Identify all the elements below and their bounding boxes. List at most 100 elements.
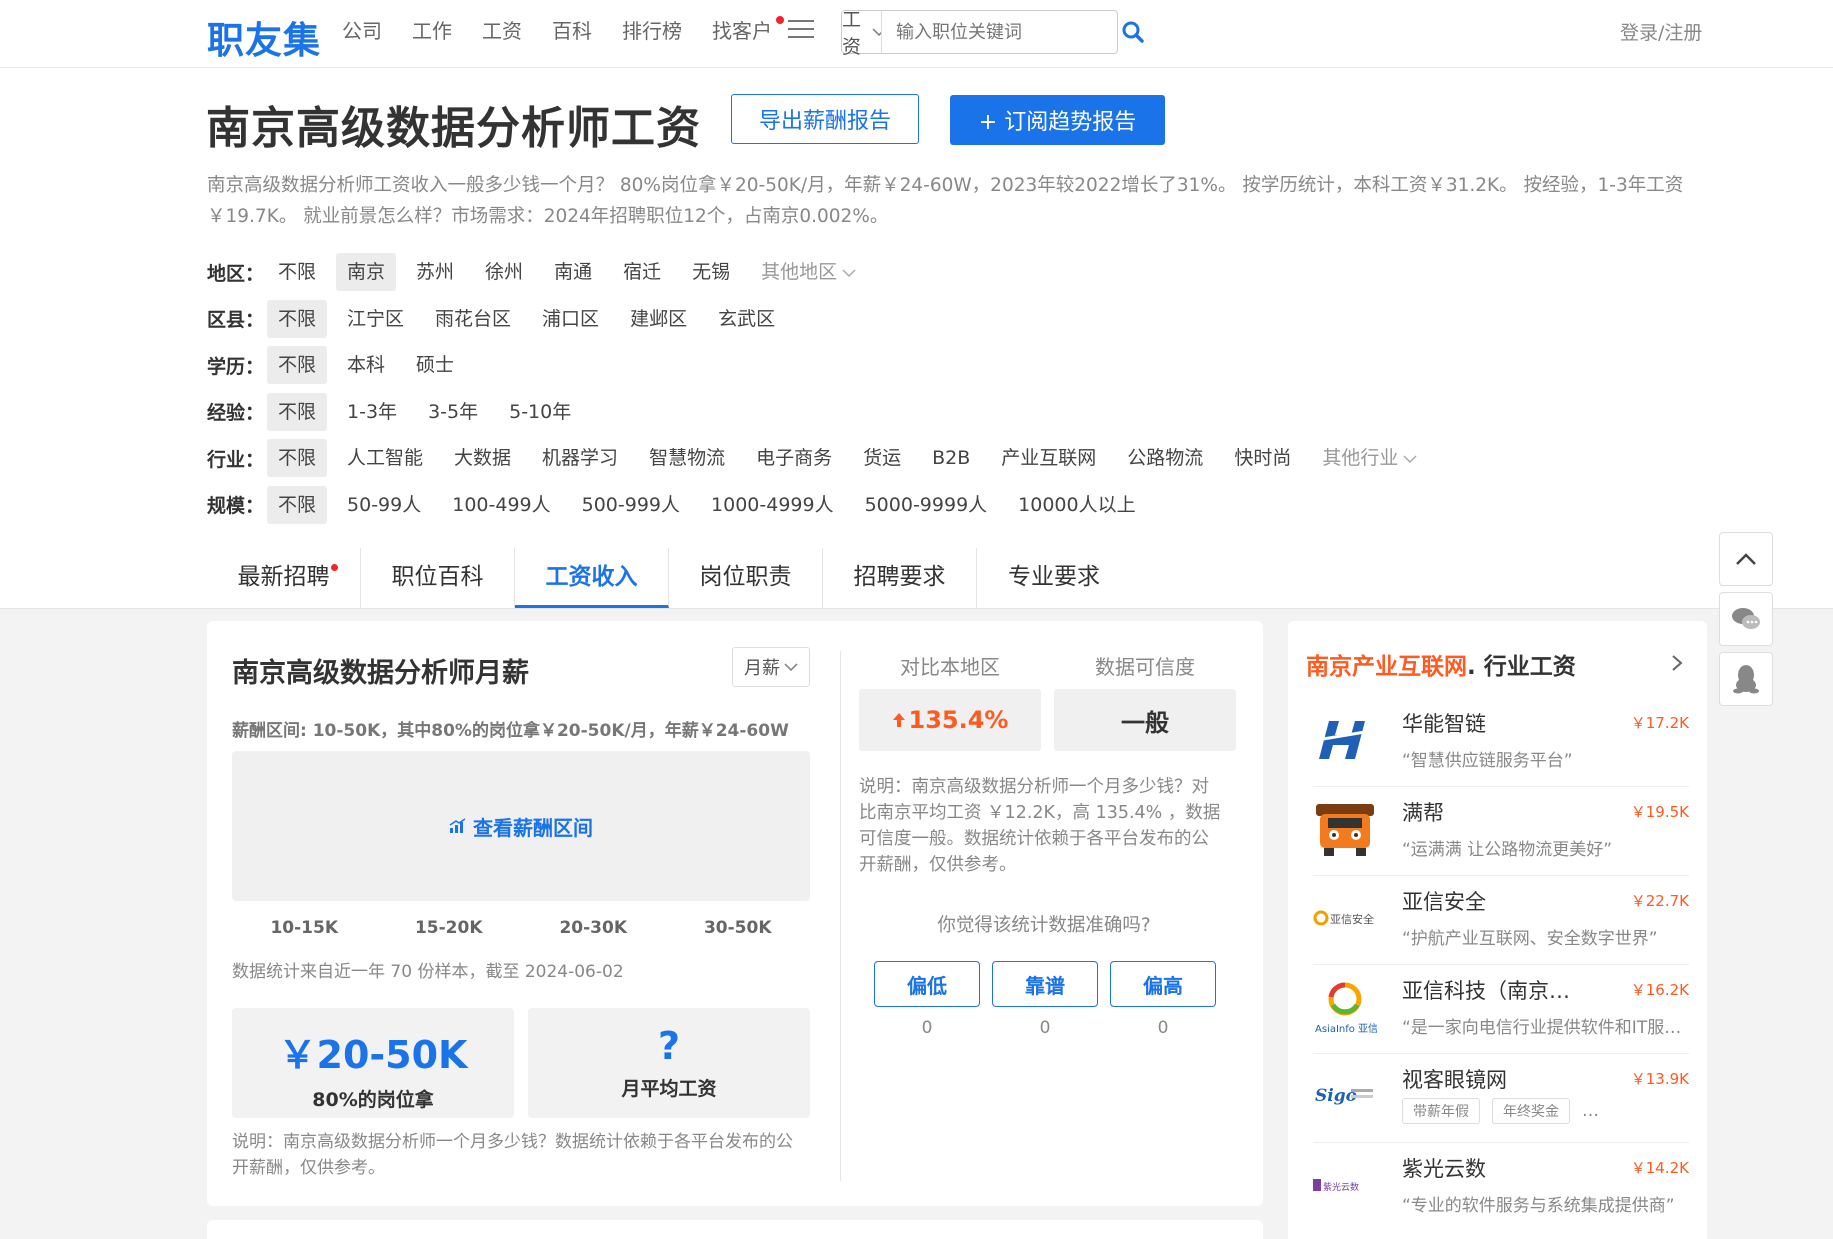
next-card xyxy=(207,1220,1263,1239)
filter-option[interactable]: 本科 xyxy=(336,346,396,384)
vote-high-button[interactable]: 偏高 xyxy=(1110,961,1216,1007)
filter-option[interactable]: 硕士 xyxy=(405,346,465,384)
compare-region-value: 135.4% xyxy=(908,706,1009,734)
filter-option[interactable]: 苏州 xyxy=(405,253,465,291)
qq-contact-button[interactable] xyxy=(1719,652,1773,706)
company-salary: ￥13.9K xyxy=(1630,1070,1689,1088)
avg-salary-box[interactable]: ? 月平均工资 xyxy=(528,1008,810,1118)
filter-option[interactable]: 10000人以上 xyxy=(1007,486,1146,524)
filter-option[interactable]: 智慧物流 xyxy=(638,439,736,477)
salary-card-title: 南京高级数据分析师月薪 xyxy=(232,658,529,689)
nav-wiki[interactable]: 百科 xyxy=(552,18,592,44)
filter-option[interactable]: 南通 xyxy=(543,253,603,291)
company-salary: ￥16.2K xyxy=(1630,981,1689,999)
filter-option[interactable]: 100-499人 xyxy=(441,486,561,524)
search-type-label: 工资 xyxy=(842,9,862,58)
tab-majors[interactable]: 专业要求 xyxy=(977,548,1131,608)
filter-option[interactable]: B2B xyxy=(921,439,981,477)
nav-ranking[interactable]: 排行榜 xyxy=(622,18,682,44)
chat-button[interactable] xyxy=(1719,592,1773,646)
vote-reliable-count: 0 xyxy=(1039,1018,1051,1038)
filter-option[interactable]: 1000-4999人 xyxy=(700,486,845,524)
filter-option[interactable]: 建邺区 xyxy=(619,300,698,338)
filter-option[interactable]: 大数据 xyxy=(443,439,522,477)
chat-bubble-icon xyxy=(1732,608,1760,629)
filter-option[interactable]: 南京 xyxy=(336,253,397,291)
top-bar: 职友集 公司 工作 工资 百科 排行榜 找客户 工资 登录/注册 xyxy=(0,0,1833,68)
page-description: 南京高级数据分析师工资收入一般多少钱一个月？ 80%岗位拿￥20-50K/月，年… xyxy=(207,175,1684,227)
search-icon xyxy=(1122,21,1144,43)
filter-more-dropdown[interactable]: 其他地区 xyxy=(750,253,867,291)
tab-latest-jobs[interactable]: 最新招聘 xyxy=(207,548,361,608)
back-to-top-button[interactable] xyxy=(1719,532,1773,586)
nav-jobs[interactable]: 工作 xyxy=(412,18,452,44)
filter-option[interactable]: 产业互联网 xyxy=(990,439,1107,477)
company-item[interactable]: 亚信安全 亚信安全 ￥22.7K “护航产业互联网、安全数字世界” xyxy=(1313,876,1689,965)
company-tag: 带薪年假 xyxy=(1402,1098,1480,1124)
industry-salary-title[interactable]: 南京产业互联网. 行业工资 xyxy=(1306,647,1576,681)
vote-reliable-button[interactable]: 靠谱 xyxy=(992,961,1098,1007)
login-register-link[interactable]: 登录/注册 xyxy=(1620,18,1702,45)
company-slogan: “运满满 让公路物流更美好” xyxy=(1402,840,1613,860)
filter-option[interactable]: 电子商务 xyxy=(745,439,843,477)
search-type-select[interactable]: 工资 xyxy=(842,9,883,58)
vote-low-button[interactable]: 偏低 xyxy=(874,961,980,1007)
vote-low-count: 0 xyxy=(921,1018,933,1038)
nav-salary[interactable]: 工资 xyxy=(482,18,522,44)
filter-option[interactable]: 不限 xyxy=(267,439,328,477)
filter-option[interactable]: 玄武区 xyxy=(707,300,786,338)
company-item[interactable]: 华能智链 ￥17.2K “智慧供应链服务平台” xyxy=(1313,698,1689,787)
nav-company[interactable]: 公司 xyxy=(342,18,382,44)
export-report-button[interactable]: 导出薪酬报告 xyxy=(731,94,919,144)
company-logo: 紫光云数 xyxy=(1313,1153,1377,1217)
filter-option[interactable]: 江宁区 xyxy=(336,300,415,338)
filter-option[interactable]: 徐州 xyxy=(474,253,534,291)
filter-option[interactable]: 1-3年 xyxy=(336,393,408,431)
company-item[interactable]: 满帮 ￥19.5K “运满满 让公路物流更美好” xyxy=(1313,787,1689,876)
filter-option[interactable]: 雨花台区 xyxy=(424,300,522,338)
filter-option[interactable]: 快时尚 xyxy=(1223,439,1302,477)
filter-option[interactable]: 5000-9999人 xyxy=(854,486,999,524)
filter-option[interactable]: 不限 xyxy=(267,253,327,291)
range-label: 15-20K xyxy=(414,918,483,938)
subscribe-trend-button[interactable]: + 订阅趋势报告 xyxy=(950,95,1165,145)
filter-option[interactable]: 人工智能 xyxy=(336,439,434,477)
company-name: 亚信安全 xyxy=(1402,890,1486,914)
search-button[interactable] xyxy=(1121,20,1145,44)
tab-job-wiki[interactable]: 职位百科 xyxy=(361,548,515,608)
filter-option[interactable]: 不限 xyxy=(267,485,328,524)
filter-option[interactable]: 5-10年 xyxy=(498,393,582,431)
tab-requirements[interactable]: 招聘要求 xyxy=(823,548,977,608)
tab-salary[interactable]: 工资收入 xyxy=(515,548,669,608)
filter-option[interactable]: 货运 xyxy=(852,439,912,477)
period-select[interactable]: 月薪 xyxy=(732,647,810,687)
filter-option[interactable]: 公路物流 xyxy=(1116,439,1214,477)
filter-more-dropdown[interactable]: 其他行业 xyxy=(1311,439,1428,477)
tab-responsibilities[interactable]: 岗位职责 xyxy=(669,548,823,608)
view-salary-range-button[interactable]: 查看薪酬区间 xyxy=(232,751,810,901)
filter-option[interactable]: 无锡 xyxy=(681,253,741,291)
filter-option[interactable]: 不限 xyxy=(267,346,328,384)
company-item[interactable]: Sigo 视客眼镜网 ￥13.9K 带薪年假 年终奖金… xyxy=(1313,1054,1689,1143)
filter-option[interactable]: 3-5年 xyxy=(417,393,489,431)
company-salary: ￥19.5K xyxy=(1630,803,1689,821)
search-input[interactable] xyxy=(882,21,1122,43)
filter-option[interactable]: 机器学习 xyxy=(531,439,629,477)
filter-option[interactable]: 50-99人 xyxy=(336,486,432,524)
company-item[interactable]: 紫光云数 紫光云数 ￥14.2K “专业的软件服务与系统集成提供商” xyxy=(1313,1143,1689,1232)
nav-find-clients[interactable]: 找客户 xyxy=(712,16,784,44)
company-item[interactable]: AsiaInfo 亚信 亚信科技（南京… ￥16.2K “是一家向电信行业提供软… xyxy=(1313,965,1689,1054)
company-salary: ￥22.7K xyxy=(1630,892,1689,910)
filter-option[interactable]: 不限 xyxy=(267,299,328,338)
company-logo xyxy=(1313,708,1377,772)
site-logo[interactable]: 职友集 xyxy=(207,10,321,64)
filter-option[interactable]: 500-999人 xyxy=(571,486,691,524)
tab-latest-jobs-label: 最新招聘 xyxy=(237,564,330,590)
main-nav: 公司 工作 工资 百科 排行榜 找客户 xyxy=(342,16,802,44)
chevron-right-icon[interactable] xyxy=(1671,654,1683,672)
filter-option[interactable]: 浦口区 xyxy=(531,300,610,338)
filter-option[interactable]: 宿迁 xyxy=(612,253,672,291)
filter-option[interactable]: 不限 xyxy=(267,392,328,431)
menu-list-icon[interactable] xyxy=(788,20,814,42)
bar-chart-icon xyxy=(449,818,466,833)
